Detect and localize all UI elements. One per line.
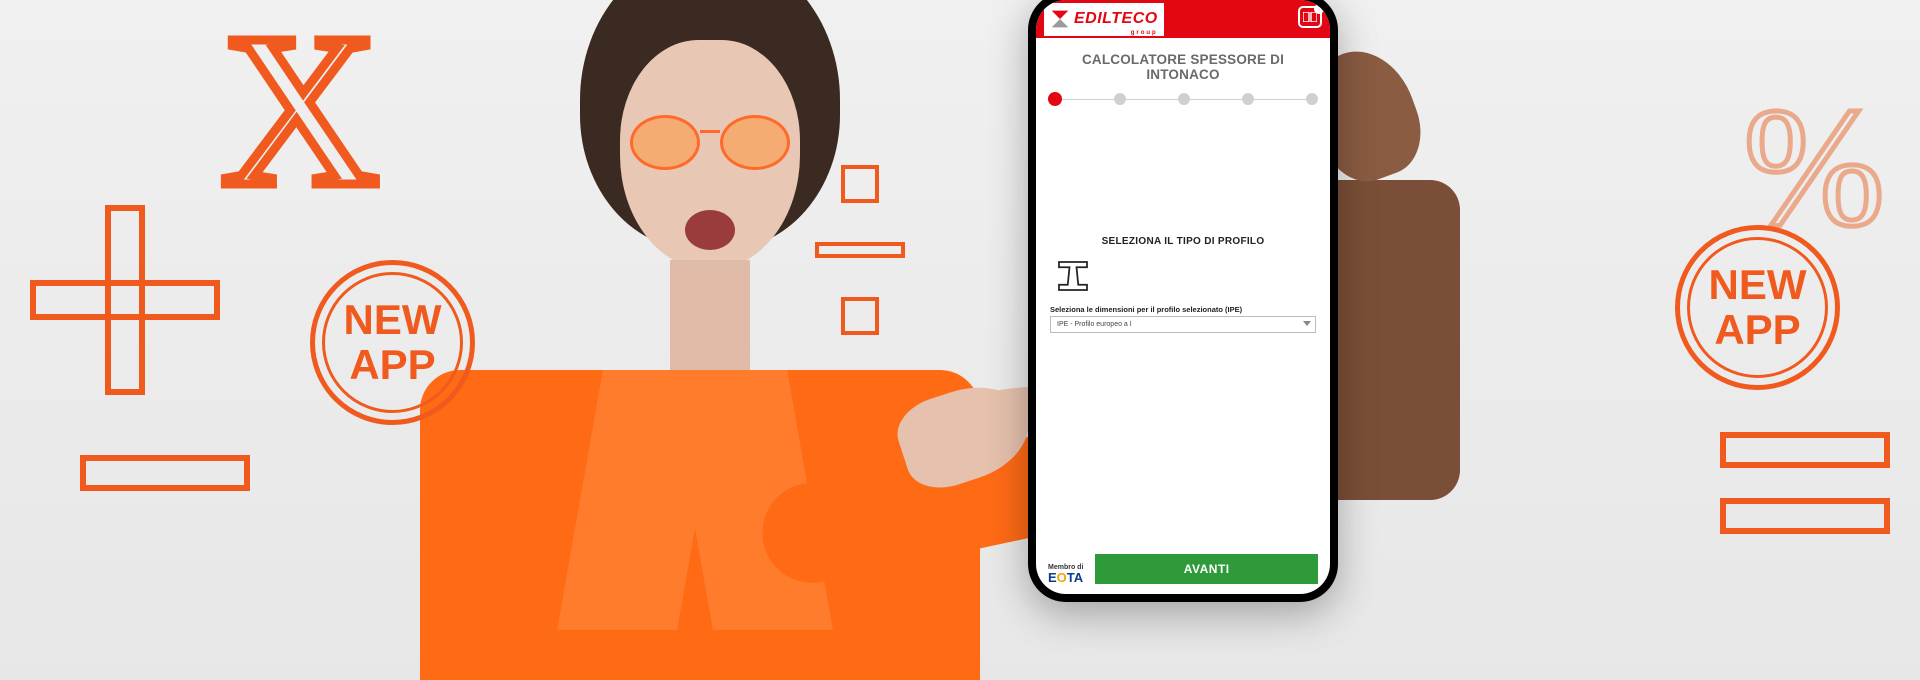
equals-icon [1720, 432, 1890, 564]
new-app-badge-left: NEWAPP [310, 260, 475, 425]
badge-text: NEWAPP [1709, 263, 1807, 351]
app-screen: EDILTECO group CALCOLATORE SPESSORE DI I… [1036, 0, 1330, 594]
brand-name: EDILTECO [1074, 11, 1158, 27]
field-label: Seleziona le dimensioni per il profilo s… [1050, 305, 1316, 314]
step-4[interactable] [1242, 93, 1254, 105]
step-1[interactable] [1048, 92, 1062, 106]
phone-mockup: EDILTECO group CALCOLATORE SPESSORE DI I… [1028, 0, 1338, 602]
brand-logo: EDILTECO group [1044, 3, 1164, 36]
step-2[interactable] [1114, 93, 1126, 105]
multiply-icon: X [215, 25, 385, 195]
section-label: SELEZIONA IL TIPO DI PROFILO [1036, 236, 1330, 247]
chevron-down-icon [1303, 321, 1311, 326]
brand-mark-icon [1050, 9, 1070, 29]
page-title: CALCOLATORE SPESSORE DI INTONACO [1036, 38, 1330, 90]
plus-icon [30, 205, 220, 395]
new-app-badge-right: NEWAPP [1675, 225, 1840, 390]
progress-stepper [1036, 92, 1330, 106]
step-3[interactable] [1178, 93, 1190, 105]
next-button[interactable]: AVANTI [1095, 554, 1318, 584]
profile-dimension-select[interactable]: IPE - Profilo europeo a I [1050, 316, 1316, 333]
brand-sub: group [1131, 30, 1158, 36]
membership-badge: Membro di EOTA [1048, 564, 1083, 584]
appbar-indicator-icon[interactable] [1298, 6, 1322, 28]
select-value: IPE - Profilo europeo a I [1057, 321, 1132, 328]
divide-icon [815, 165, 905, 335]
profile-type-icon [1052, 255, 1330, 297]
profile-dimension-field: Seleziona le dimensioni per il profilo s… [1036, 305, 1330, 333]
app-bar: EDILTECO group [1036, 0, 1330, 38]
eota-logo: EOTA [1048, 571, 1083, 584]
minus-icon [80, 455, 250, 491]
badge-text: NEWAPP [344, 298, 442, 386]
app-footer: Membro di EOTA AVANTI [1036, 546, 1330, 594]
step-5[interactable] [1306, 93, 1318, 105]
